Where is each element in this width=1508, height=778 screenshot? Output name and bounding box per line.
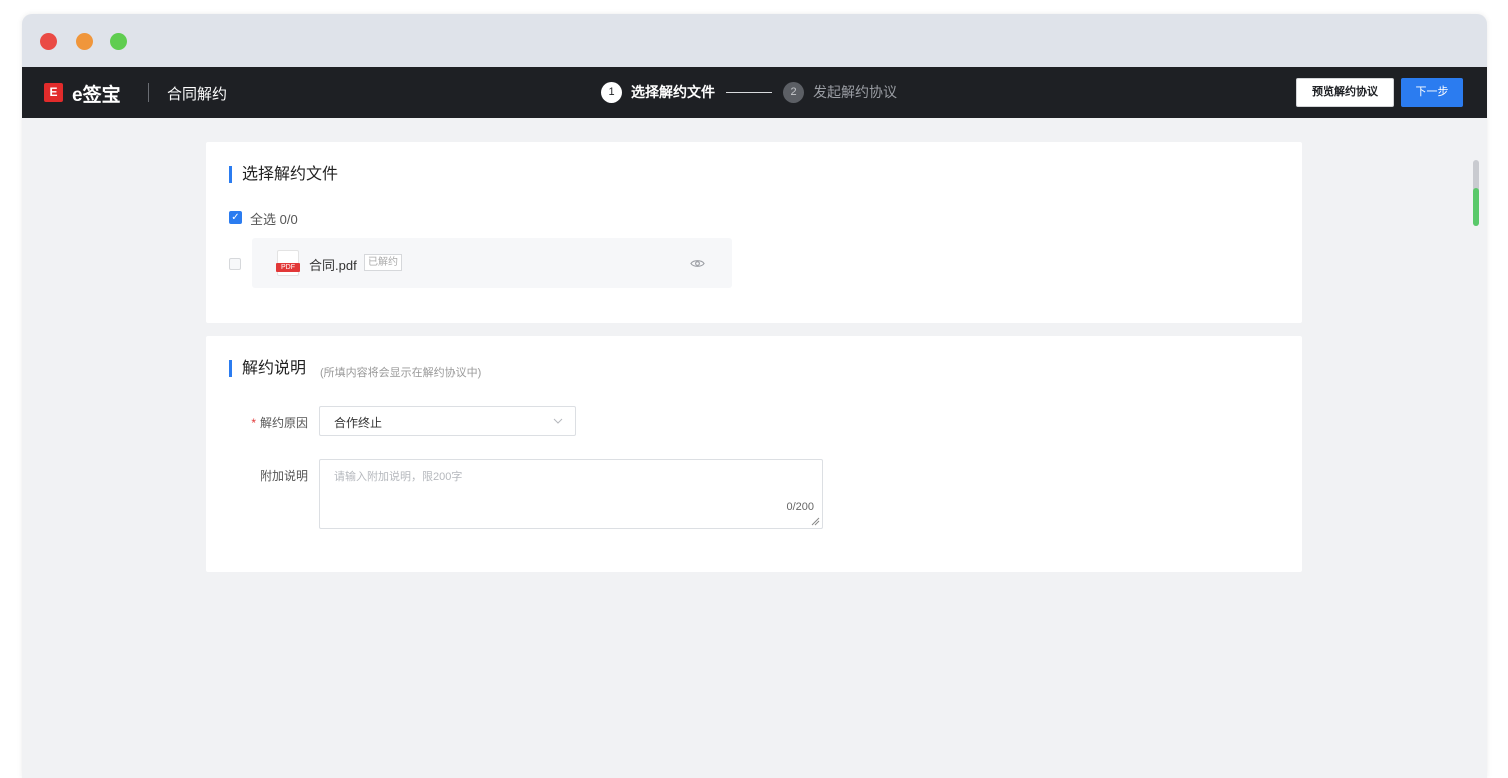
note-label: 附加说明: [259, 469, 308, 483]
required-mark: *: [251, 416, 256, 430]
app-header: E e签宝 合同解约 1 选择解约文件 2 发起解约协议 预览解约协议 下一步: [22, 67, 1487, 118]
step-1-number: 1: [601, 81, 622, 103]
step-indicator: 1 选择解约文件 2 发起解约协议: [601, 81, 897, 103]
browser-window: E e签宝 合同解约 1 选择解约文件 2 发起解约协议 预览解约协议 下一步 …: [22, 14, 1487, 778]
preview-agreement-button[interactable]: 预览解约协议: [1296, 78, 1394, 107]
scrollbar[interactable]: [1473, 160, 1479, 226]
file-checkbox[interactable]: [229, 258, 241, 270]
file-section-title: 选择解约文件: [229, 166, 338, 183]
minimize-window-button[interactable]: [76, 33, 93, 50]
window-titlebar: [22, 14, 1487, 67]
reason-section-hint: (所填内容将会显示在解约协议中): [320, 367, 482, 379]
termination-details-card: 解约说明 (所填内容将会显示在解约协议中) * 解约原因 合作终止 附加说明 请输…: [206, 336, 1302, 572]
pdf-icon-label: PDF: [276, 263, 300, 272]
file-item: PDF 合同.pdf 已解约: [252, 238, 732, 288]
chevron-down-icon: [553, 418, 563, 424]
reason-label: * 解约原因: [218, 414, 308, 431]
reason-section-title: 解约说明: [229, 360, 306, 377]
brand-logo-icon: E: [44, 83, 63, 102]
eye-icon[interactable]: [690, 256, 705, 271]
reason-label-text: 解约原因: [259, 416, 308, 430]
header-divider: [148, 83, 149, 102]
step-2-label: 发起解约协议: [813, 84, 897, 100]
scrollbar-thumb[interactable]: [1473, 188, 1479, 226]
select-all-checkbox[interactable]: ✓: [229, 211, 242, 224]
note-textarea[interactable]: 请输入附加说明，限200字 0/200: [319, 459, 823, 529]
close-window-button[interactable]: [40, 33, 57, 50]
next-step-button[interactable]: 下一步: [1401, 78, 1463, 107]
reason-select[interactable]: 合作终止: [319, 406, 576, 436]
step-1-label: 选择解约文件: [631, 84, 715, 100]
file-selection-card: 选择解约文件 ✓ 全选 0/0 PDF 合同.pdf 已解约: [206, 142, 1302, 323]
maximize-window-button[interactable]: [110, 33, 127, 50]
step-2-number: 2: [783, 81, 804, 103]
resize-handle-icon[interactable]: [811, 517, 820, 526]
step-connector: [726, 91, 772, 93]
file-name: 合同.pdf: [309, 258, 357, 273]
brand-name: e签宝: [72, 85, 121, 106]
note-char-count: 0/200: [786, 501, 814, 513]
pdf-file-icon: PDF: [276, 250, 300, 276]
select-all-label: 全选 0/0: [250, 212, 298, 227]
module-title: 合同解约: [167, 86, 228, 103]
note-placeholder: 请输入附加说明，限200字: [334, 471, 463, 483]
reason-select-value: 合作终止: [334, 416, 383, 430]
terminated-badge: 已解约: [364, 254, 402, 271]
